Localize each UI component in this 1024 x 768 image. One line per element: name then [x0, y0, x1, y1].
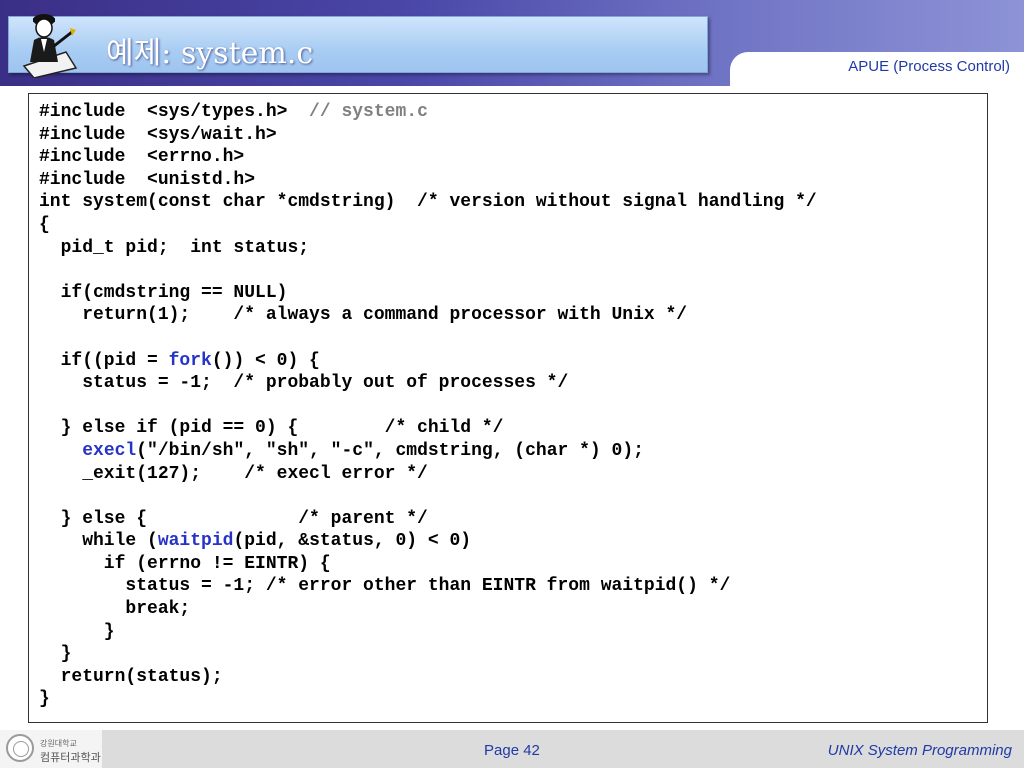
- course-name: UNIX System Programming: [827, 742, 1012, 759]
- code-line: _exit(127); /* execl error */: [39, 464, 428, 484]
- code-line: execl("/bin/sh", "sh", "-c", cmdstring, …: [39, 441, 644, 461]
- code-text: if (errno != EINTR) {: [39, 553, 331, 574]
- university-name-small: 강원대학교: [40, 739, 77, 748]
- code-function-highlight: waitpid: [157, 531, 234, 552]
- code-text: (pid, &status, 0) < 0): [233, 531, 472, 552]
- code-line: #include <unistd.h>: [39, 170, 255, 190]
- presenter-icon: [22, 14, 78, 78]
- code-text: if(cmdstring == NULL): [39, 282, 288, 303]
- code-line: }: [39, 644, 72, 665]
- code-box: #include <sys/types.h> // system.c #incl…: [28, 93, 988, 723]
- code-text: } else { /* parent */: [39, 508, 428, 529]
- code-line: {: [39, 215, 50, 235]
- code-listing: #include <sys/types.h> // system.c #incl…: [39, 101, 817, 711]
- slide-title: 예제: system.c: [106, 36, 314, 71]
- code-line: status = -1; /* probably out of processe…: [39, 373, 568, 393]
- code-line: return(1); /* always a command processor…: [39, 305, 687, 325]
- code-line: pid_t pid; int status;: [39, 238, 309, 258]
- code-text: return(1); /* always a command processor…: [39, 305, 688, 326]
- code-text: } else if (pid == 0) { /* child */: [39, 418, 504, 439]
- code-line: if (errno != EINTR) {: [39, 554, 331, 574]
- department-name: 컴퓨터과학과: [40, 751, 101, 764]
- code-line: int system(const char *cmdstring) /* ver…: [39, 192, 817, 212]
- code-text: }: [39, 689, 50, 710]
- slide-subtitle: APUE (Process Control): [848, 58, 1010, 75]
- code-line: } else { /* parent */: [39, 509, 428, 529]
- code-line: #include <sys/wait.h>: [39, 125, 277, 145]
- code-line: while (waitpid(pid, &status, 0) < 0): [39, 531, 471, 551]
- code-text: }: [39, 621, 115, 642]
- code-text: if((pid =: [39, 350, 169, 371]
- code-text: ()) < 0) {: [211, 350, 320, 371]
- code-text: }: [39, 644, 72, 665]
- code-line: #include <sys/types.h> // system.c: [39, 102, 428, 122]
- code-line: if((pid = fork()) < 0) {: [39, 351, 320, 371]
- code-comment: // system.c: [309, 102, 428, 122]
- code-text: _exit(127); /* execl error */: [39, 463, 428, 484]
- code-text: ("/bin/sh", "sh", "-c", cmdstring, (char…: [136, 440, 644, 461]
- page-number: Page 42: [484, 742, 540, 759]
- code-line: } else if (pid == 0) { /* child */: [39, 418, 504, 439]
- code-line: #include <errno.h>: [39, 147, 244, 167]
- code-text: int system(const char *cmdstring) /* ver…: [39, 192, 817, 213]
- code-line: break;: [39, 599, 190, 619]
- code-text: #include <unistd.h>: [39, 169, 256, 190]
- code-text: #include <sys/types.h>: [39, 102, 310, 122]
- code-line: status = -1; /* error other than EINTR f…: [39, 576, 730, 596]
- code-line: }: [39, 689, 50, 709]
- code-text: pid_t pid; int status;: [39, 237, 310, 258]
- code-text: while (: [39, 531, 158, 552]
- university-seal-icon: [6, 734, 34, 762]
- code-text: break;: [39, 599, 191, 620]
- code-function-highlight: fork: [168, 350, 212, 371]
- code-line: if(cmdstring == NULL): [39, 282, 288, 303]
- code-text: #include <sys/wait.h>: [39, 124, 277, 145]
- code-text: #include <errno.h>: [39, 147, 245, 168]
- code-function-highlight: execl: [82, 440, 137, 461]
- code-text: status = -1; /* probably out of processe…: [39, 373, 569, 394]
- code-line: }: [39, 622, 115, 642]
- code-text: {: [39, 214, 50, 235]
- code-line: return(status);: [39, 667, 223, 687]
- code-text: return(status);: [39, 666, 223, 687]
- code-text: status = -1; /* error other than EINTR f…: [39, 576, 731, 597]
